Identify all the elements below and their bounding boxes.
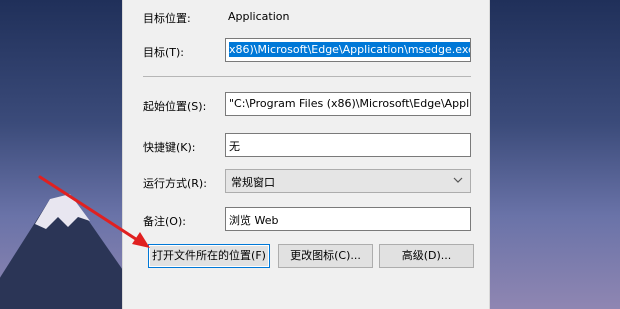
run-select-value: 常规窗口 <box>231 176 275 189</box>
advanced-button[interactable]: 高级(D)... <box>379 244 474 268</box>
run-label: 运行方式(R): <box>143 177 207 190</box>
change-icon-button[interactable]: 更改图标(C)... <box>278 244 373 268</box>
target-field[interactable]: x86)\Microsoft\Edge\Application\msedge.e… <box>225 38 471 62</box>
target-type-value: Application <box>228 10 290 23</box>
shortcut-properties-dialog: 目标位置: Application 目标(T): x86)\Microsoft\… <box>122 0 490 309</box>
start-in-label: 起始位置(S): <box>143 100 207 113</box>
start-in-field[interactable]: "C:\Program Files (x86)\Microsoft\Edge\A… <box>225 92 471 116</box>
shortcut-key-field[interactable]: 无 <box>225 133 471 157</box>
comment-label: 备注(O): <box>143 215 186 228</box>
target-type-label: 目标位置: <box>143 12 191 25</box>
divider <box>143 76 471 77</box>
desktop-wallpaper-left <box>0 0 122 309</box>
target-field-text: x86)\Microsoft\Edge\Application\msedge.e… <box>229 42 470 57</box>
chevron-down-icon <box>453 177 463 183</box>
shortcut-key-label: 快捷键(K): <box>143 141 196 154</box>
mountain-illustration <box>0 194 122 309</box>
comment-field[interactable]: 浏览 Web <box>225 207 471 231</box>
desktop-wallpaper-right <box>488 0 620 309</box>
open-file-location-button[interactable]: 打开文件所在的位置(F) <box>148 244 270 268</box>
target-label: 目标(T): <box>143 46 185 59</box>
run-select[interactable]: 常规窗口 <box>225 169 471 193</box>
